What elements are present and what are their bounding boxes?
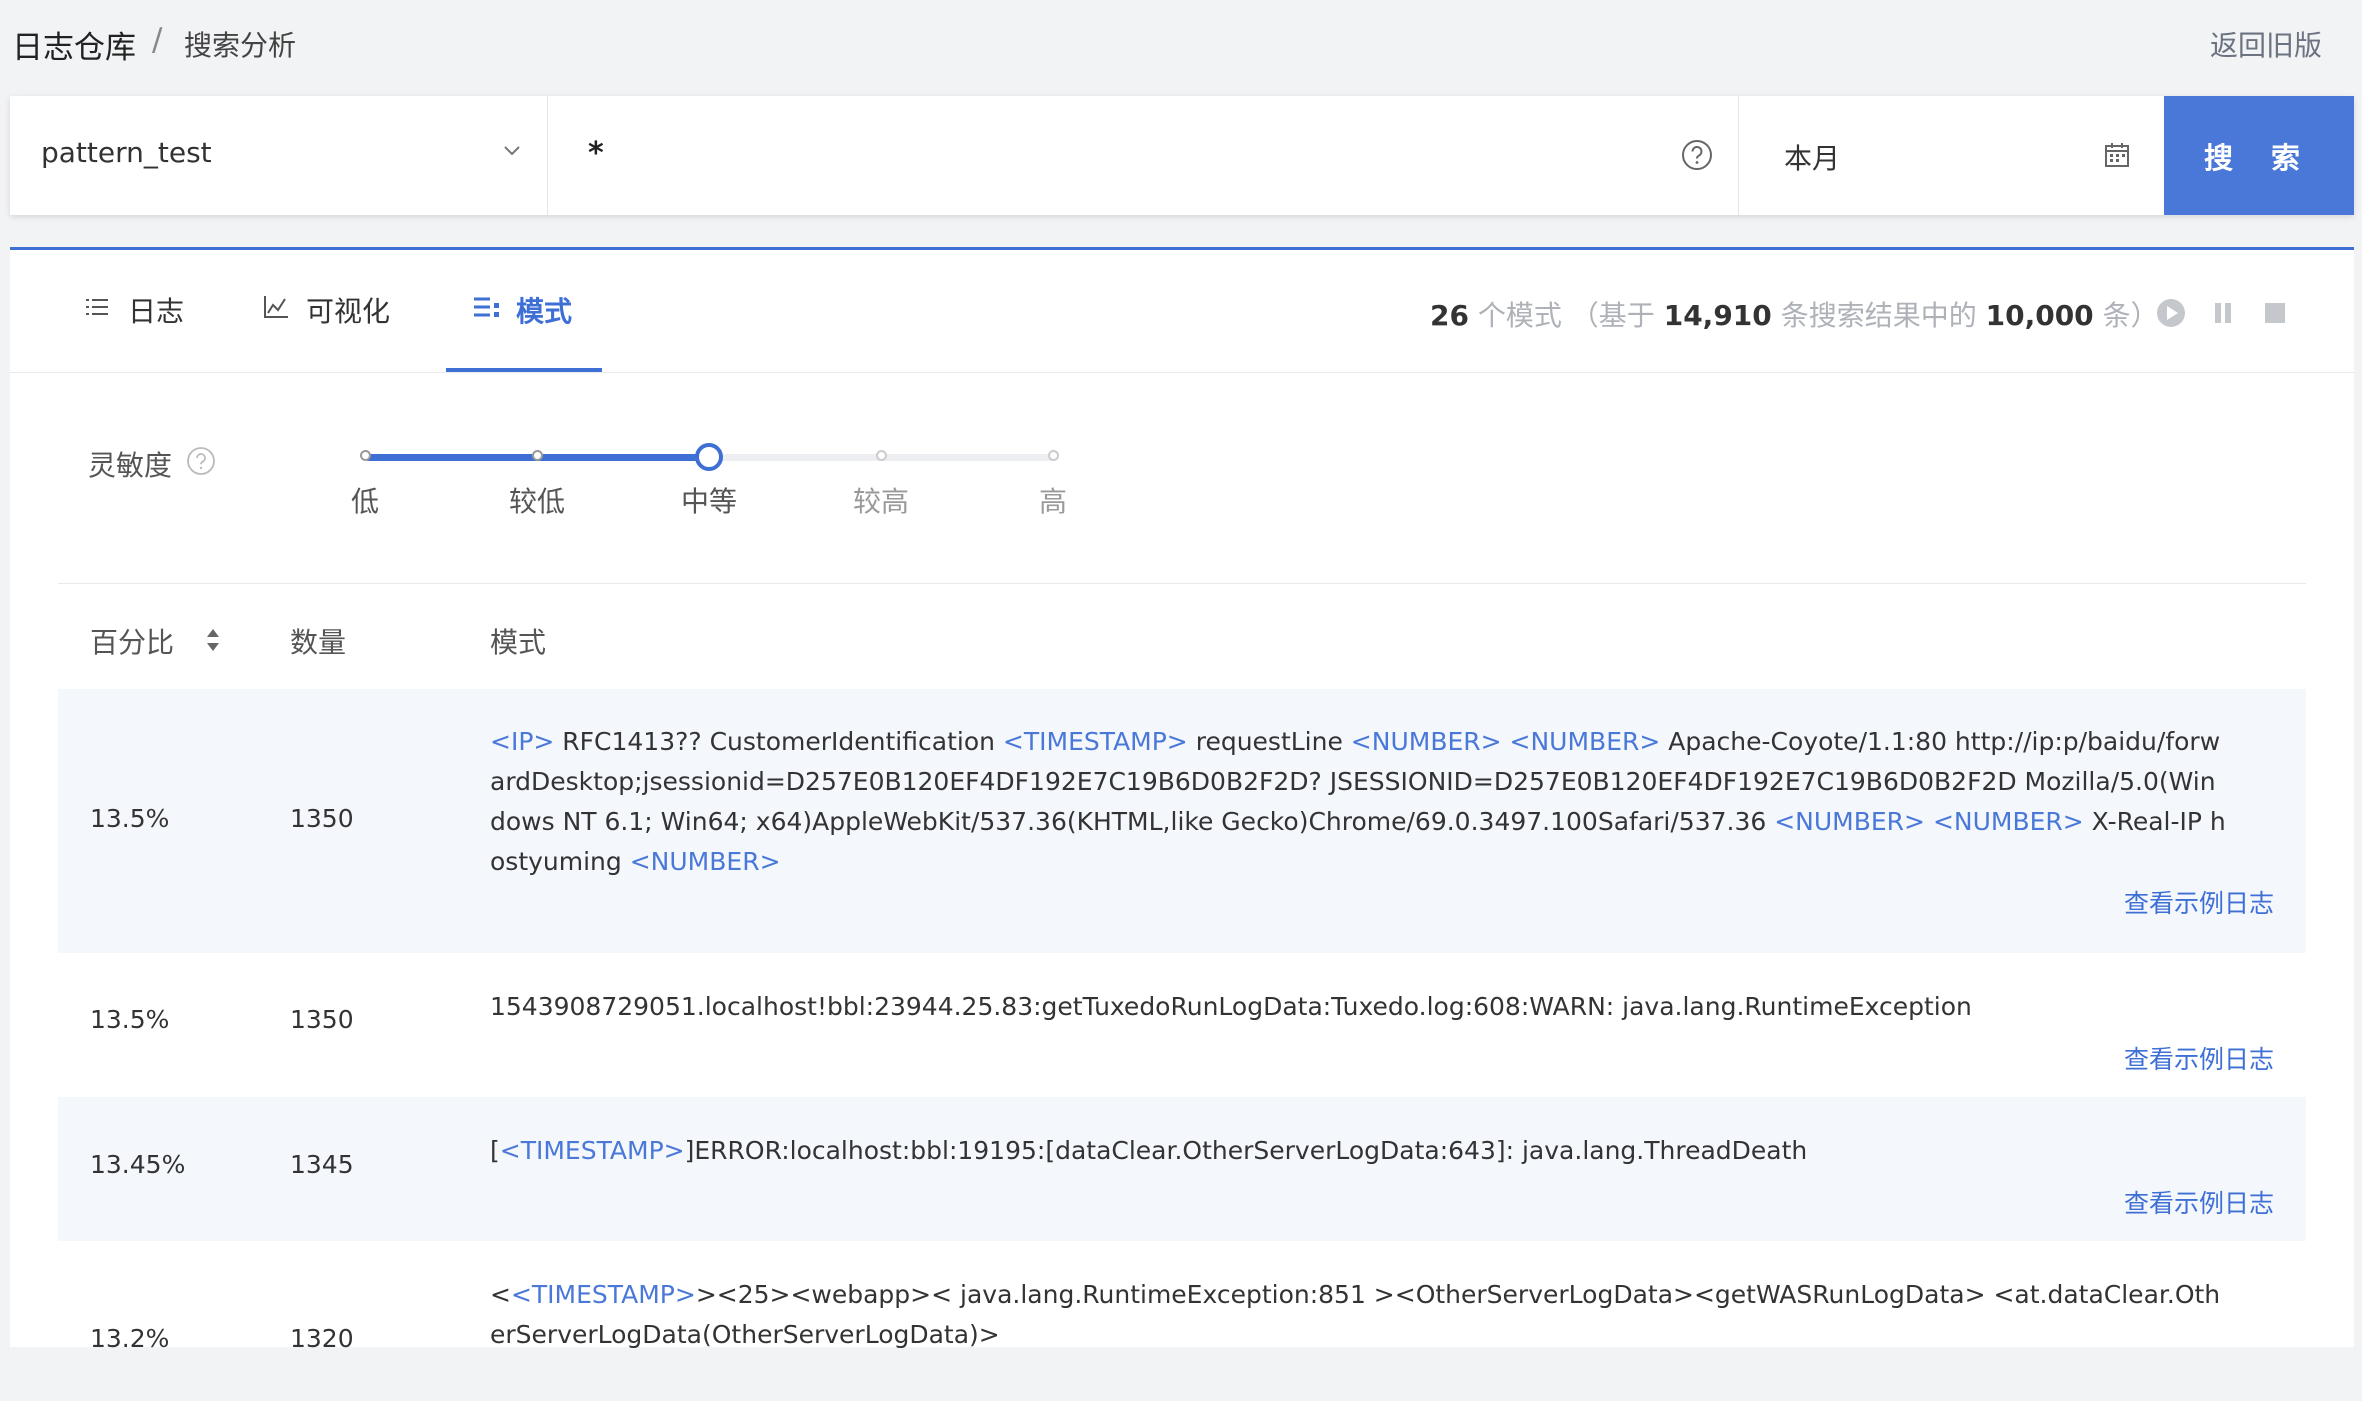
sample-size: 10,000 [1985, 299, 2094, 332]
table-row: 13.45% 1345 [<TIMESTAMP>]ERROR:localhost… [58, 1097, 2306, 1241]
pattern-count-suffix: 个模式 [1477, 299, 1562, 332]
sensitivity-level-label[interactable]: 较低 [509, 480, 565, 520]
pattern-text [1502, 727, 1510, 756]
pattern-token: <NUMBER> [1350, 727, 1502, 756]
pattern-icon [474, 297, 499, 317]
row-pattern: 1543908729051.localhost!bbl:23944.25.83:… [490, 987, 2230, 1027]
table-row: 13.5% 1350 <IP> RFC1413?? CustomerIdenti… [58, 689, 2306, 953]
table-row: 13.5% 1350 1543908729051.localhost!bbl:2… [58, 953, 2306, 1097]
pause-icon[interactable] [2208, 298, 2238, 328]
pattern-token: <NUMBER> [1932, 807, 2084, 836]
sensitivity-level-label[interactable]: 较高 [853, 480, 909, 520]
table-header: 百分比 数量 模式 [58, 605, 2306, 677]
tab-logs[interactable]: 日志 [84, 290, 204, 330]
view-sample-logs-link[interactable]: 查看示例日志 [2124, 1184, 2274, 1220]
query-value: * [588, 136, 604, 171]
sensitivity-label: 灵敏度 [88, 449, 173, 482]
active-tab-indicator [446, 368, 602, 372]
results-panel: 日志 可视化 模式 26 个模式 （基于 14,910 条搜索结果中的 10,0… [10, 247, 2354, 1353]
header-count: 数量 [290, 626, 347, 659]
row-percent: 13.2% [90, 1324, 170, 1353]
tab-logs-label: 日志 [128, 295, 185, 328]
chevron-down-icon [504, 146, 520, 156]
sensitivity-level-label[interactable]: 低 [351, 480, 379, 520]
slider-handle[interactable] [695, 443, 723, 471]
line-chart-icon [264, 296, 288, 318]
top-bar: 日志仓库 / 搜索分析 返回旧版 [0, 0, 2362, 86]
pattern-text: ><25><webapp>< java.lang.RuntimeExceptio… [490, 1280, 2221, 1349]
summary-middle: 条搜索结果中的 [1780, 299, 1977, 332]
view-sample-logs-link[interactable]: 查看示例日志 [2124, 1040, 2274, 1076]
tab-patterns[interactable]: 模式 [472, 290, 592, 330]
pattern-token: <TIMESTAMP> [499, 1136, 685, 1165]
play-icon[interactable] [2156, 298, 2186, 328]
sensitivity-level-label[interactable]: 高 [1039, 480, 1067, 520]
pattern-text: ]ERROR:localhost:bbl:19195:[dataClear.Ot… [684, 1136, 1808, 1165]
row-count: 1320 [290, 1324, 354, 1353]
pattern-text: RFC1413?? CustomerIdentification [554, 727, 1003, 756]
summary-suffix: 条） [2102, 299, 2159, 332]
row-percent: 13.5% [90, 1005, 170, 1034]
table-row: 13.2% 1320 <<TIMESTAMP>><25><webapp>< ja… [58, 1241, 2306, 1401]
view-tabs: 日志 可视化 模式 26 个模式 （基于 14,910 条搜索结果中的 10,0… [10, 250, 2354, 373]
slider-stop[interactable] [876, 450, 887, 461]
row-pattern: <IP> RFC1413?? CustomerIdentification <T… [490, 722, 2230, 882]
tab-patterns-label: 模式 [516, 295, 573, 328]
back-to-old-version-link[interactable]: 返回旧版 [2210, 24, 2322, 64]
pattern-token: <NUMBER> [1774, 807, 1925, 836]
pattern-text: requestLine [1187, 727, 1351, 756]
pattern-count: 26 [1430, 299, 1469, 332]
pattern-text: 1543908729051.localhost!bbl:23944.25.83:… [490, 992, 1972, 1021]
calendar-icon [2105, 143, 2129, 167]
slider-stop[interactable] [1048, 450, 1059, 461]
header-percent[interactable]: 百分比 [90, 621, 174, 661]
pattern-token: <TIMESTAMP> [1002, 727, 1188, 756]
total-results: 14,910 [1663, 299, 1772, 332]
breadcrumb-separator: / [152, 22, 163, 58]
pattern-token: <TIMESTAMP> [510, 1280, 696, 1309]
time-range-picker[interactable]: 本月 [1739, 96, 2164, 215]
row-pattern: [<TIMESTAMP>]ERROR:localhost:bbl:19195:[… [490, 1131, 2230, 1171]
help-icon[interactable] [1680, 138, 1714, 172]
sort-icon[interactable] [204, 625, 222, 655]
dataset-value: pattern_test [41, 136, 212, 169]
tab-visualization[interactable]: 可视化 [262, 290, 422, 330]
divider [58, 583, 2306, 584]
header-pattern: 模式 [490, 626, 547, 659]
view-sample-logs-link[interactable]: 查看示例日志 [2124, 884, 2274, 920]
pattern-token: <IP> [490, 727, 555, 756]
row-count: 1350 [290, 804, 354, 833]
slider-stop[interactable] [532, 450, 543, 461]
row-count: 1345 [290, 1150, 354, 1179]
help-icon[interactable] [186, 446, 216, 476]
pattern-token: <NUMBER> [629, 847, 781, 876]
pattern-text [1925, 807, 1933, 836]
summary-prefix: （基于 [1570, 299, 1655, 332]
time-range-value: 本月 [1784, 142, 1841, 175]
slider-stop[interactable] [360, 450, 371, 461]
dataset-select[interactable]: pattern_test [10, 96, 548, 215]
row-count: 1350 [290, 1005, 354, 1034]
row-pattern: <<TIMESTAMP>><25><webapp>< java.lang.Run… [490, 1275, 2230, 1355]
pattern-text: [ [490, 1136, 500, 1165]
breadcrumb-current: 搜索分析 [184, 29, 297, 62]
list-icon [86, 299, 108, 315]
sensitivity-level-label[interactable]: 中等 [681, 480, 737, 520]
sensitivity-slider[interactable]: 低 较低 中等 较高 高 [235, 440, 1135, 520]
row-percent: 13.45% [90, 1150, 186, 1179]
pattern-token: <NUMBER> [1509, 727, 1661, 756]
pattern-summary: 26 个模式 （基于 14,910 条搜索结果中的 10,000 条） [1430, 294, 2159, 334]
search-button[interactable]: 搜 索 [2164, 96, 2354, 215]
row-percent: 13.5% [90, 804, 170, 833]
pattern-text: < [490, 1280, 511, 1309]
stop-icon[interactable] [2260, 298, 2290, 328]
search-bar: pattern_test * 本月 搜 索 [10, 96, 2354, 215]
query-input[interactable]: * [548, 96, 1739, 215]
breadcrumb-root[interactable]: 日志仓库 [12, 22, 136, 67]
tab-visualization-label: 可视化 [306, 295, 391, 328]
